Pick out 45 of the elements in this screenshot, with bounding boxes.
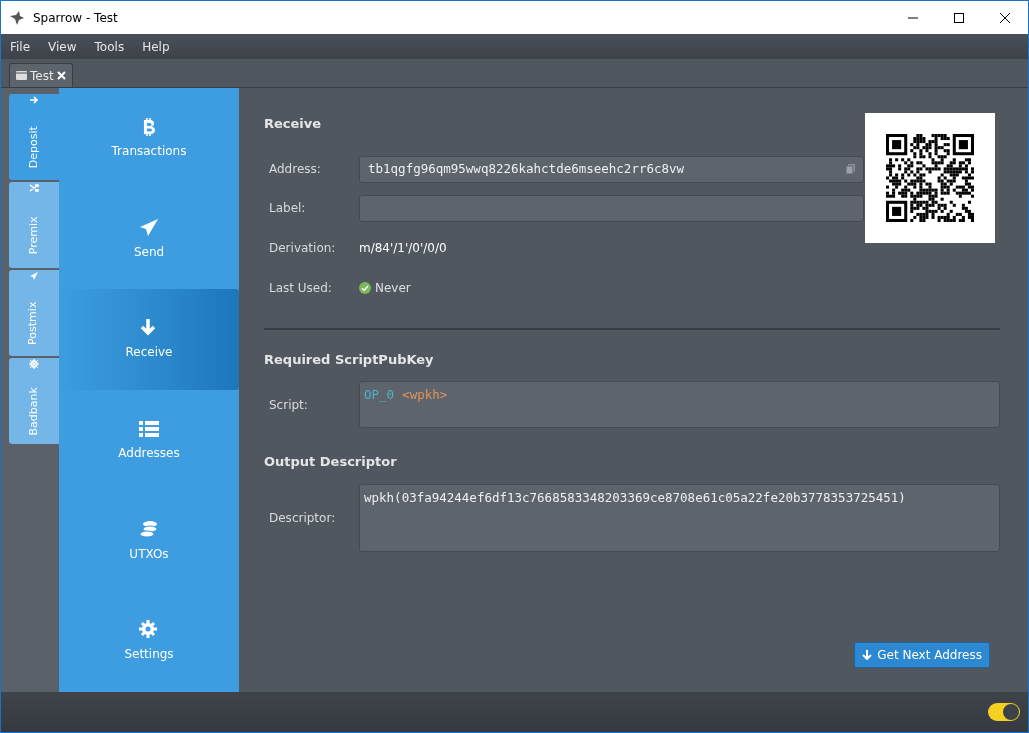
field-label: Last Used: xyxy=(268,279,333,297)
menu-item[interactable]: File xyxy=(1,37,40,56)
section-title: Receive xyxy=(264,115,323,133)
shuffle-icon xyxy=(29,183,39,193)
account-tab[interactable]: Postmix xyxy=(9,270,59,356)
address-field[interactable]: tb1qgfg96qm95wwq8226kahctde6mseehc2rr6c8vw xyxy=(359,155,864,183)
field-label: Script: xyxy=(268,396,309,414)
arrow-icon xyxy=(29,95,39,105)
field-label: Derivation: xyxy=(268,239,337,257)
field-label: Label: xyxy=(268,200,307,217)
close-icon[interactable] xyxy=(1000,12,1010,23)
get-next-address-button[interactable]: Get Next Address xyxy=(854,642,990,668)
account-tab[interactable]: Premix xyxy=(9,182,59,268)
gear-icon xyxy=(139,620,159,640)
wallet-icon xyxy=(16,71,27,80)
menu-item[interactable]: Tools xyxy=(85,37,134,56)
nav-item[interactable]: Settings xyxy=(59,591,239,693)
bug-icon xyxy=(29,359,39,369)
script-field[interactable]: OP_0 <wpkh> xyxy=(359,381,1000,428)
field-label: Descriptor: xyxy=(268,509,337,527)
paper-plane-icon xyxy=(139,217,159,237)
menu-item[interactable]: View xyxy=(39,37,86,56)
menu-item[interactable]: Help xyxy=(133,37,179,56)
account-tab[interactable]: Badbank xyxy=(9,358,59,444)
section-title: Output Descriptor xyxy=(264,453,398,471)
nav-item[interactable]: Send xyxy=(59,188,239,290)
last-used-value: Never xyxy=(375,279,411,297)
coins-icon xyxy=(139,519,159,539)
document-tab[interactable]: Test xyxy=(9,63,73,87)
derivation-path: m/84'/1'/0'/0/0 xyxy=(359,239,447,257)
toggle-switch[interactable] xyxy=(988,703,1020,721)
maximize-icon[interactable] xyxy=(954,12,964,23)
field-label: Address: xyxy=(268,161,322,178)
label-field[interactable] xyxy=(359,194,864,222)
paper-plane-icon xyxy=(29,271,39,281)
section-title: Required ScriptPubKey xyxy=(264,350,435,369)
nav-item[interactable]: Transactions xyxy=(59,88,239,189)
list-icon xyxy=(139,418,159,438)
nav-item[interactable]: Addresses xyxy=(59,390,239,491)
check-circle-icon xyxy=(359,281,371,294)
descriptor-value[interactable]: wpkh(03fa94244ef6df13c7668583348203369ce8708e61c05a22fe20b3778353725451) xyxy=(364,489,906,505)
window-title: Sparrow - Test xyxy=(33,9,118,27)
account-tab[interactable]: Deposit xyxy=(9,94,59,180)
nav-item[interactable]: UTXOs xyxy=(59,490,239,592)
arrow-down-icon xyxy=(862,650,873,660)
